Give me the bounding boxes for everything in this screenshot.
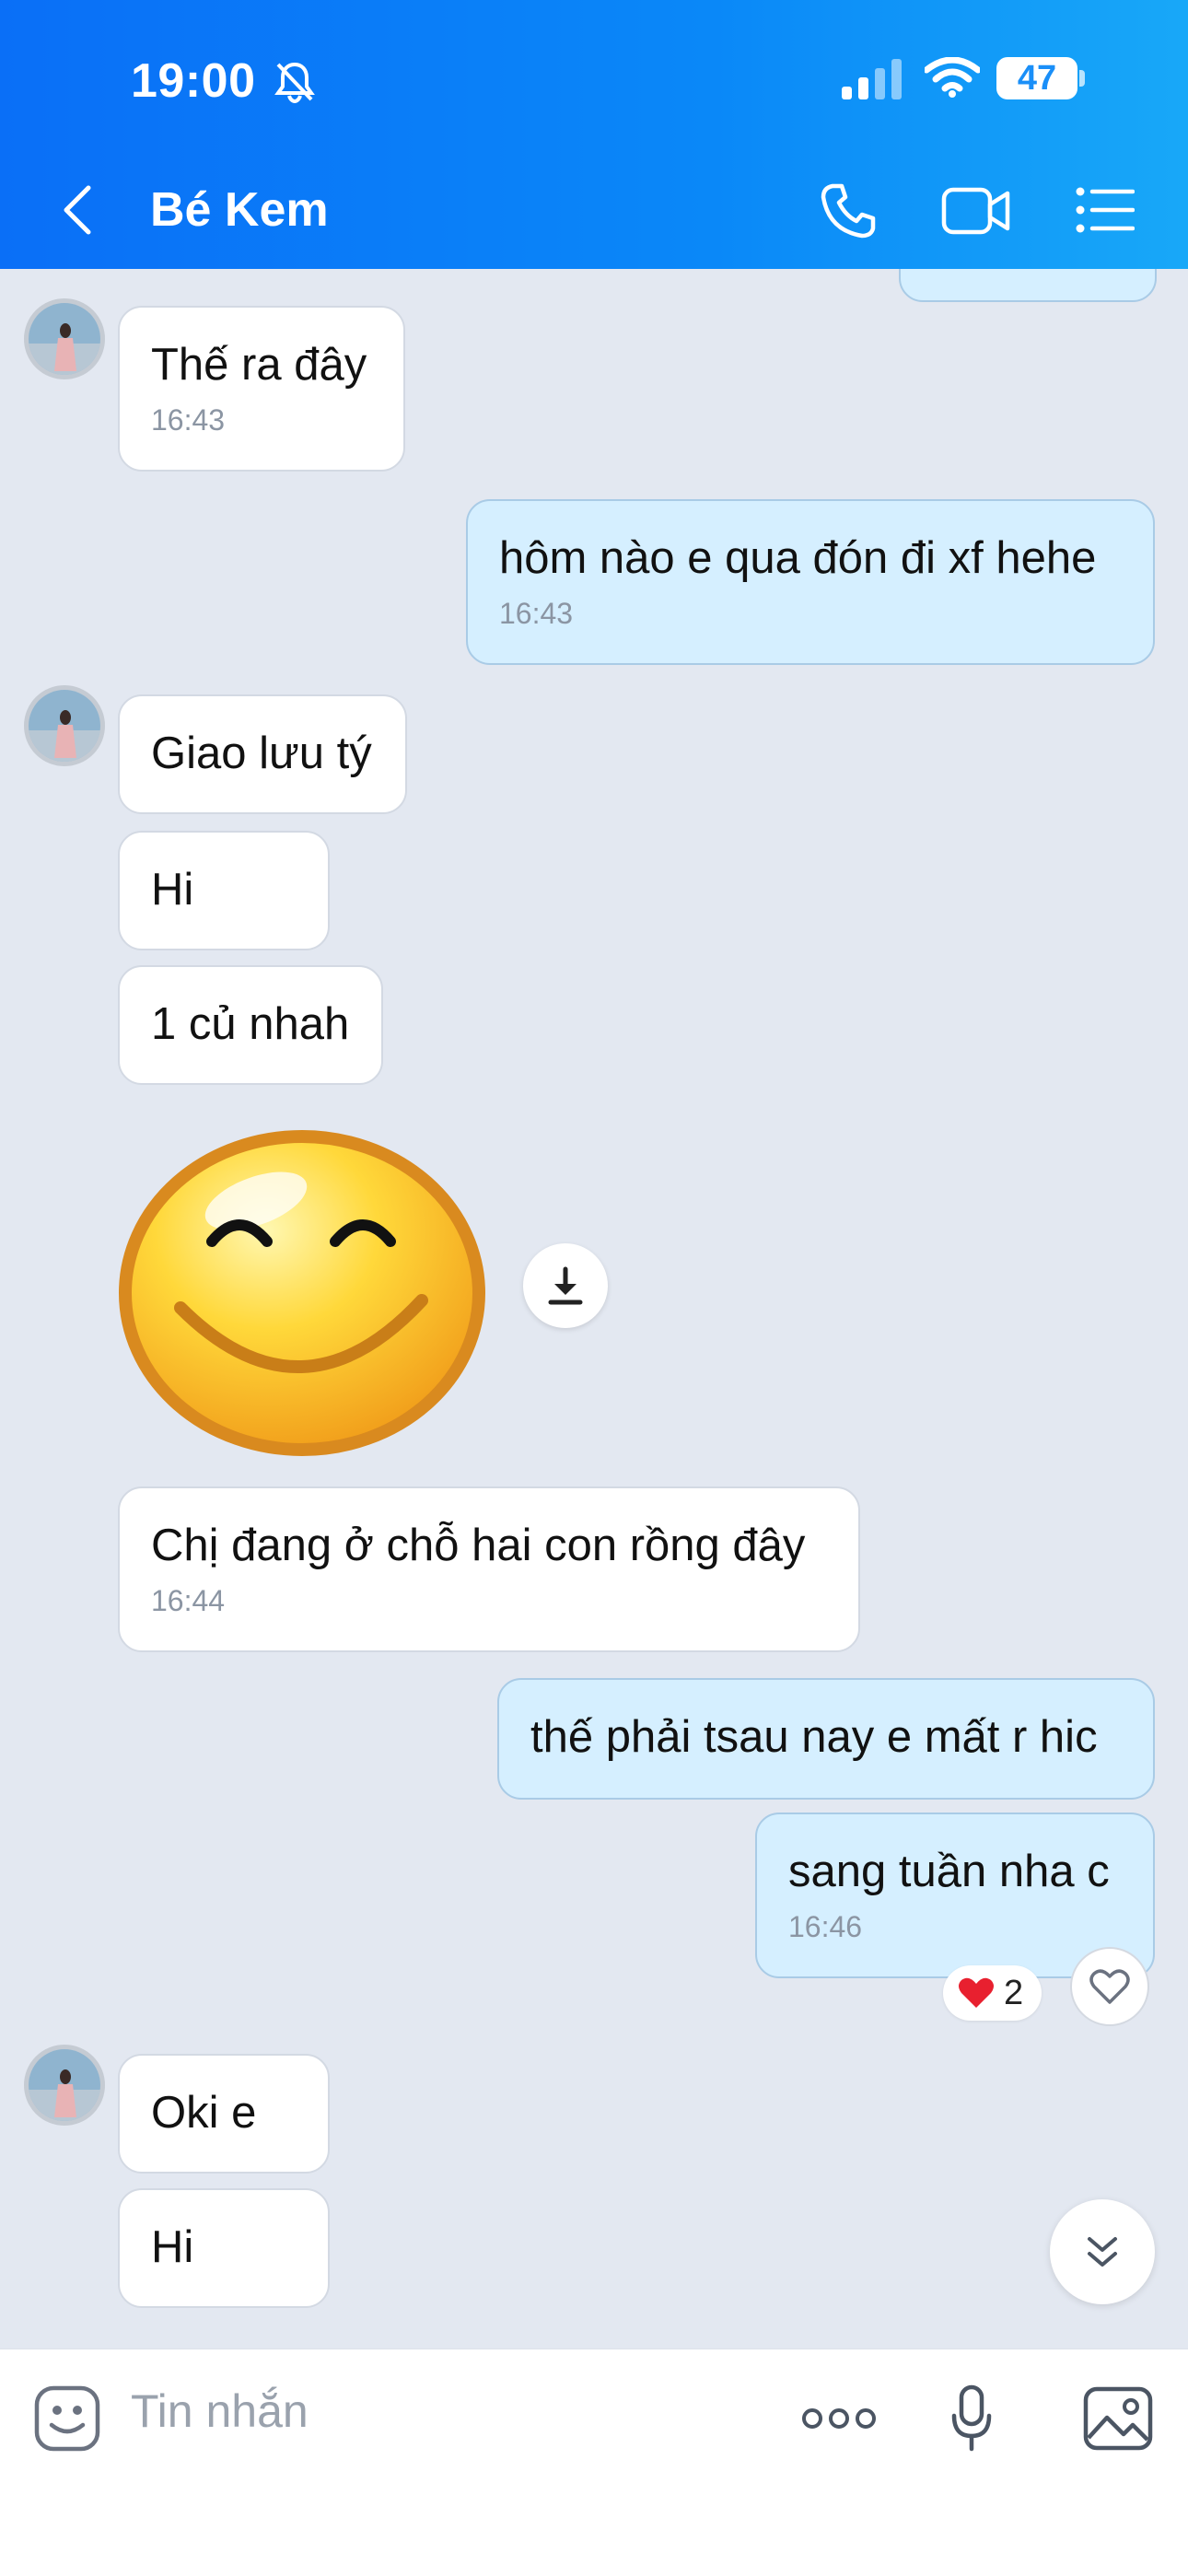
message-time: 16:46 — [788, 1910, 863, 1943]
message-text: Giao lưu tý — [151, 729, 372, 778]
reaction-count: 2 — [1004, 1973, 1024, 2012]
message-composer: Tin nhắn — [0, 2349, 1188, 2576]
message-text: Hi — [151, 865, 194, 915]
incoming-message[interactable]: Thế ra đây 16:43 — [118, 306, 405, 472]
bell-muted-icon — [274, 62, 315, 103]
wifi-icon — [925, 57, 980, 98]
menu-list-icon[interactable] — [1076, 186, 1135, 234]
smiley-sticker[interactable] — [118, 1125, 486, 1457]
scroll-to-bottom-button[interactable] — [1050, 2199, 1155, 2304]
avatar[interactable] — [24, 298, 105, 379]
download-icon — [548, 1266, 583, 1305]
message-time: 16:43 — [499, 597, 574, 630]
chat-header: 19:00 47 Bé Kem — [0, 0, 1188, 269]
message-time: 16:43 — [151, 403, 226, 437]
microphone-icon[interactable] — [950, 2384, 993, 2453]
download-button[interactable] — [523, 1243, 608, 1328]
message-input[interactable]: Tin nhắn — [131, 2384, 309, 2438]
message-text: Hi — [151, 2222, 194, 2272]
message-text: Thế ra đây — [151, 340, 367, 390]
heart-outline-icon — [1089, 1969, 1130, 2004]
message-text: thế phải tsau nay e mất r hic — [530, 1712, 1098, 1762]
message-text: Chị đang ở chỗ hai con rồng đây — [151, 1521, 806, 1570]
back-icon[interactable] — [59, 182, 96, 238]
more-options-icon[interactable] — [801, 2407, 877, 2430]
battery-indicator: 47 — [996, 57, 1077, 99]
incoming-message[interactable]: 1 củ nhah — [118, 965, 383, 1085]
incoming-message[interactable]: Hi — [118, 2188, 330, 2308]
battery-tip — [1079, 70, 1085, 87]
avatar[interactable] — [24, 2045, 105, 2126]
outgoing-message[interactable]: hôm nào e qua đón đi xf hehe 16:43 — [466, 499, 1155, 665]
contact-name[interactable]: Bé Kem — [150, 182, 329, 238]
message-time: 16:44 — [151, 1584, 226, 1617]
signal-icon — [842, 59, 902, 99]
incoming-message[interactable]: Chị đang ở chỗ hai con rồng đây 16:44 — [118, 1486, 860, 1652]
heart-icon — [959, 1977, 994, 2008]
message-text: 1 củ nhah — [151, 999, 350, 1049]
status-time: 19:00 — [131, 54, 256, 108]
message-list[interactable]: Thế ra đây 16:43 hôm nào e qua đón đi xf… — [0, 269, 1188, 2349]
phone-icon[interactable] — [820, 182, 877, 239]
message-text: Oki e — [151, 2088, 257, 2138]
incoming-message[interactable]: Oki e — [118, 2054, 330, 2174]
like-button[interactable] — [1070, 1947, 1149, 2026]
image-gallery-icon[interactable] — [1083, 2386, 1153, 2451]
emoji-sticker-icon[interactable] — [33, 2384, 101, 2453]
avatar[interactable] — [24, 685, 105, 766]
message-text: hôm nào e qua đón đi xf hehe — [499, 533, 1097, 583]
reaction-badge[interactable]: 2 — [943, 1965, 1042, 2021]
partial-message-bubble — [899, 269, 1157, 302]
outgoing-message[interactable]: thế phải tsau nay e mất r hic — [497, 1678, 1155, 1800]
incoming-message[interactable]: Hi — [118, 831, 330, 950]
video-call-icon[interactable] — [941, 184, 1011, 238]
double-chevron-down-icon — [1088, 2237, 1117, 2267]
message-text: sang tuần nha c — [788, 1847, 1110, 1896]
incoming-message[interactable]: Giao lưu tý — [118, 694, 407, 814]
